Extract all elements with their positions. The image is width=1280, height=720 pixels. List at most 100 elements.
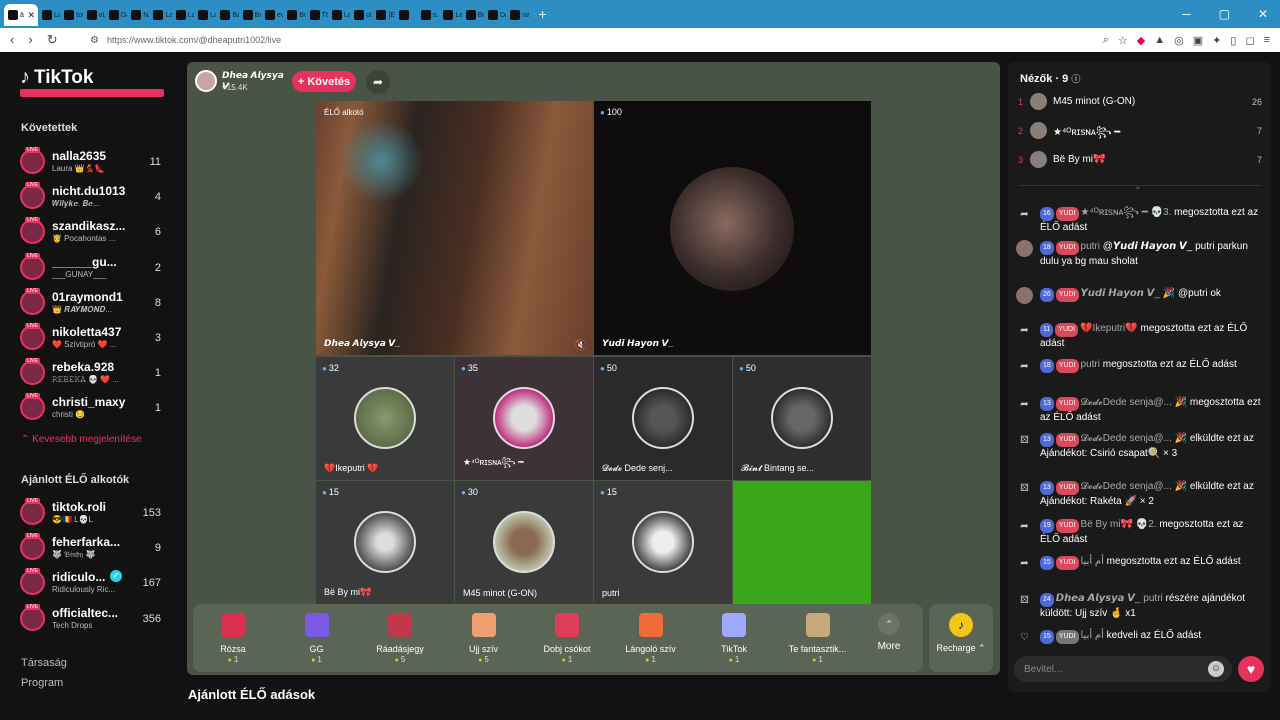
sidebar-account[interactable]: nalla2635Laura 👑💃👠 11 [20,147,166,179]
chat-input[interactable] [1024,661,1204,677]
browser-tab[interactable]: oĿ [350,4,372,26]
browser-tab[interactable]: oĿ [83,4,105,26]
browser-tab[interactable]: Box [283,4,306,26]
browser-tab[interactable]: NA [127,4,149,26]
browser-tab[interactable]: Lau [172,4,194,26]
mute-icon[interactable]: 🔇 [575,340,587,351]
browser-tab[interactable]: Lau [439,4,462,26]
video-cell-guest[interactable]: 15 putri [594,481,732,604]
browser-tab[interactable]: s.3 [417,4,439,26]
forward-icon[interactable]: › [28,32,32,48]
gift-item[interactable]: TikTok1 [694,604,774,672]
extensions-icon[interactable]: ✦ [1212,34,1221,47]
video-cell-guest[interactable]: 50 𝓓𝓮𝓭𝓮 Dede senj... [594,357,732,480]
browser-tab[interactable]: Brij [239,4,261,26]
sidebar-account[interactable]: ridiculo...Ridiculously Ric...167✔ [20,568,166,600]
url-field[interactable]: https://www.tiktok.com/@dheaputri1002/li… [107,35,281,45]
browser-tab[interactable]: Lau [194,4,216,26]
recharge-button[interactable]: ♪ Recharge ⌃ [929,604,993,672]
message-username[interactable]: 𝙔𝙪𝙙𝙞 𝙃𝙖𝙮𝙤𝙣 𝙑_ 🎉 [1081,288,1176,299]
maximize-icon[interactable]: ▢ [1219,7,1230,21]
sidebar-account[interactable]: rebeka.928𝚁𝙴𝙱𝙴𝙺𝙰 💀 ❤️ ... 1 [20,358,166,390]
message-username[interactable]: Bë By mi🎀 💀2. [1081,519,1157,530]
minimize-icon[interactable]: ─ [1182,7,1191,21]
message-username[interactable]: أم أبيا [1081,556,1104,567]
chevron-down-icon[interactable]: ⌄ [1134,181,1142,192]
new-tab-icon[interactable]: + [539,6,547,22]
viewer-row[interactable]: 3 Bë By mi🎀 7 [1018,151,1264,171]
message-username[interactable]: ★⁴ᴼʀɪsɴᴀ꧂ ━ 💀3. [1081,207,1172,218]
gift-item[interactable]: GG1 [277,604,357,672]
sidebar-account[interactable]: nikoletta437❤️ Szívtipró ❤️ ... 3 [20,323,166,355]
message-username[interactable]: أم أبيا [1081,630,1104,641]
menu-icon[interactable]: ≡ [1264,34,1270,47]
chat-input-box[interactable]: ☺ [1014,656,1232,682]
message-username[interactable]: putri [1081,241,1100,252]
share-icon[interactable]: ➦ [366,70,390,94]
browser-tab[interactable]: tor [60,4,83,26]
follow-button[interactable]: + Követés [292,71,356,92]
browser-tab[interactable]: Bai [216,4,239,26]
message-username[interactable]: 𝓓𝓮𝓭𝓮Dede senja@... 🎉 [1081,433,1188,444]
brave-shield-icon[interactable]: ◆ [1137,34,1145,47]
extension-icon[interactable]: ◎ [1174,34,1184,47]
wallet-icon[interactable]: ◻ [1245,34,1254,47]
browser-tab[interactable]: [E [372,4,395,26]
browser-tab[interactable]: Dai [105,4,127,26]
browser-tab[interactable]: Töt [306,4,328,26]
browser-tab[interactable]: Brij [462,4,484,26]
viewer-row[interactable]: 1 M45 minot (G-ON) 26 [1018,93,1264,113]
emoji-icon[interactable]: ☺ [1208,661,1224,677]
gift-item[interactable]: Ujj szív5 [444,604,524,672]
browser-tab[interactable]: Lau [149,4,172,26]
sidebar-toggle-icon[interactable]: ▯ [1230,34,1236,47]
video-cell-guest[interactable]: 32 💔Ikeputri 💔 [316,357,454,480]
close-window-icon[interactable]: ✕ [1258,7,1268,21]
back-icon[interactable]: ‹ [10,32,14,48]
message-username[interactable]: 𝓓𝓮𝓭𝓮Dede senja@... 🎉 [1081,397,1188,408]
sidebar-account[interactable]: szandikasz...🤴 Pocahontas ... 6 [20,217,166,249]
gift-item[interactable]: Te fantasztik...1 [778,604,858,672]
video-cell-guest[interactable]: 35 ★⁴ᴼʀɪsɴᴀ꧂ ━ [455,357,593,480]
viewer-row[interactable]: 2 ★⁴ᴼʀɪsɴᴀ꧂ ━ 7 [1018,122,1264,142]
video-cell-guest[interactable]: 30 M45 minot (G-ON) [455,481,593,604]
host-avatar[interactable] [195,70,217,92]
zoom-icon[interactable]: ⌕ [1103,34,1109,47]
gift-item[interactable]: Lángoló szív1 [611,604,691,672]
more-gifts-button[interactable]: ⌃ More [872,613,906,652]
video-cell-guest[interactable]: 100 𝙔𝙪𝙙𝙞 𝙃𝙖𝙮𝙤𝙣 𝙑_ [594,101,871,355]
video-cell-host[interactable]: ÉLŐ alkotó 𝘿𝙝𝙚𝙖 𝘼𝙡𝙮𝙨𝙮𝙖 𝙑_ 🔇 [316,101,593,355]
sidebar-account[interactable]: tiktok.roli😎🇷🇴 L💀L 153 [20,498,166,530]
browser-tab[interactable]: ā ✕ [4,4,38,26]
video-cell-guest[interactable]: 50 𝓑𝓲𝓷𝓽 Bintang se... [733,357,871,480]
reload-icon[interactable]: ↻ [47,32,58,48]
sidebar-account[interactable]: christi_maxychristi 😏 1 [20,393,166,425]
extension-icon[interactable]: ▣ [1193,34,1203,47]
browser-tab[interactable]: Lau [38,4,60,26]
video-cell-guest[interactable]: 15 Bë By mi🎀 [316,481,454,604]
like-heart-button[interactable]: ♥ [1238,656,1264,682]
browser-tab[interactable]: evi [261,4,283,26]
browser-tab[interactable]: Dai [484,4,506,26]
browser-tab[interactable] [395,4,417,26]
bookmark-icon[interactable]: ☆ [1118,34,1128,47]
message-username[interactable]: 💔Ikeputri💔 [1080,323,1138,334]
sidebar-account[interactable]: feherfarka...🐺 𝔅𝔦𝔫𝔡𝔶 🐺 9 [20,533,166,565]
sidebar-account[interactable]: ______gu...___GUNAY___ 2 [20,252,166,285]
gift-item[interactable]: Dobj csókot1 [527,604,607,672]
footer-company-link[interactable]: Társaság [21,657,67,669]
message-username[interactable]: 𝘿𝙝𝙚𝙖 𝘼𝙡𝙮𝙨𝙮𝙖 𝙑_ putri [1056,593,1163,604]
message-username[interactable]: 𝓓𝓮𝓭𝓮Dede senja@... 🎉 [1081,481,1188,492]
browser-tab[interactable]: nai [506,4,529,26]
browser-tab[interactable]: Lau [328,4,350,26]
info-icon[interactable]: ⓘ [1071,74,1080,84]
gift-item[interactable]: Ráadásjegy5 [360,604,440,672]
tab-close-icon[interactable]: ✕ [27,10,35,21]
sidebar-account[interactable]: 01raymond1👑 𝑹𝑨𝒀𝑴𝑶𝑵𝑫... 8 [20,287,166,320]
show-less-link[interactable]: ⌃ Kevesebb megjelenítése [21,434,142,445]
sidebar-account[interactable]: officialtec...Tech Drops 356 [20,603,166,636]
host-info[interactable]: 𝘿𝙝𝙚𝙖 𝘼𝙡𝙮𝙨𝙮𝙖 𝙑_ ♥15.4K [195,70,290,92]
footer-program-link[interactable]: Program [21,677,63,689]
extension-icon[interactable]: ▲ [1154,34,1165,47]
sidebar-account[interactable]: nicht.du1013𝑾𝒊𝒍𝒚𝒌𝒆. 𝑩𝒆... 4 [20,182,166,214]
